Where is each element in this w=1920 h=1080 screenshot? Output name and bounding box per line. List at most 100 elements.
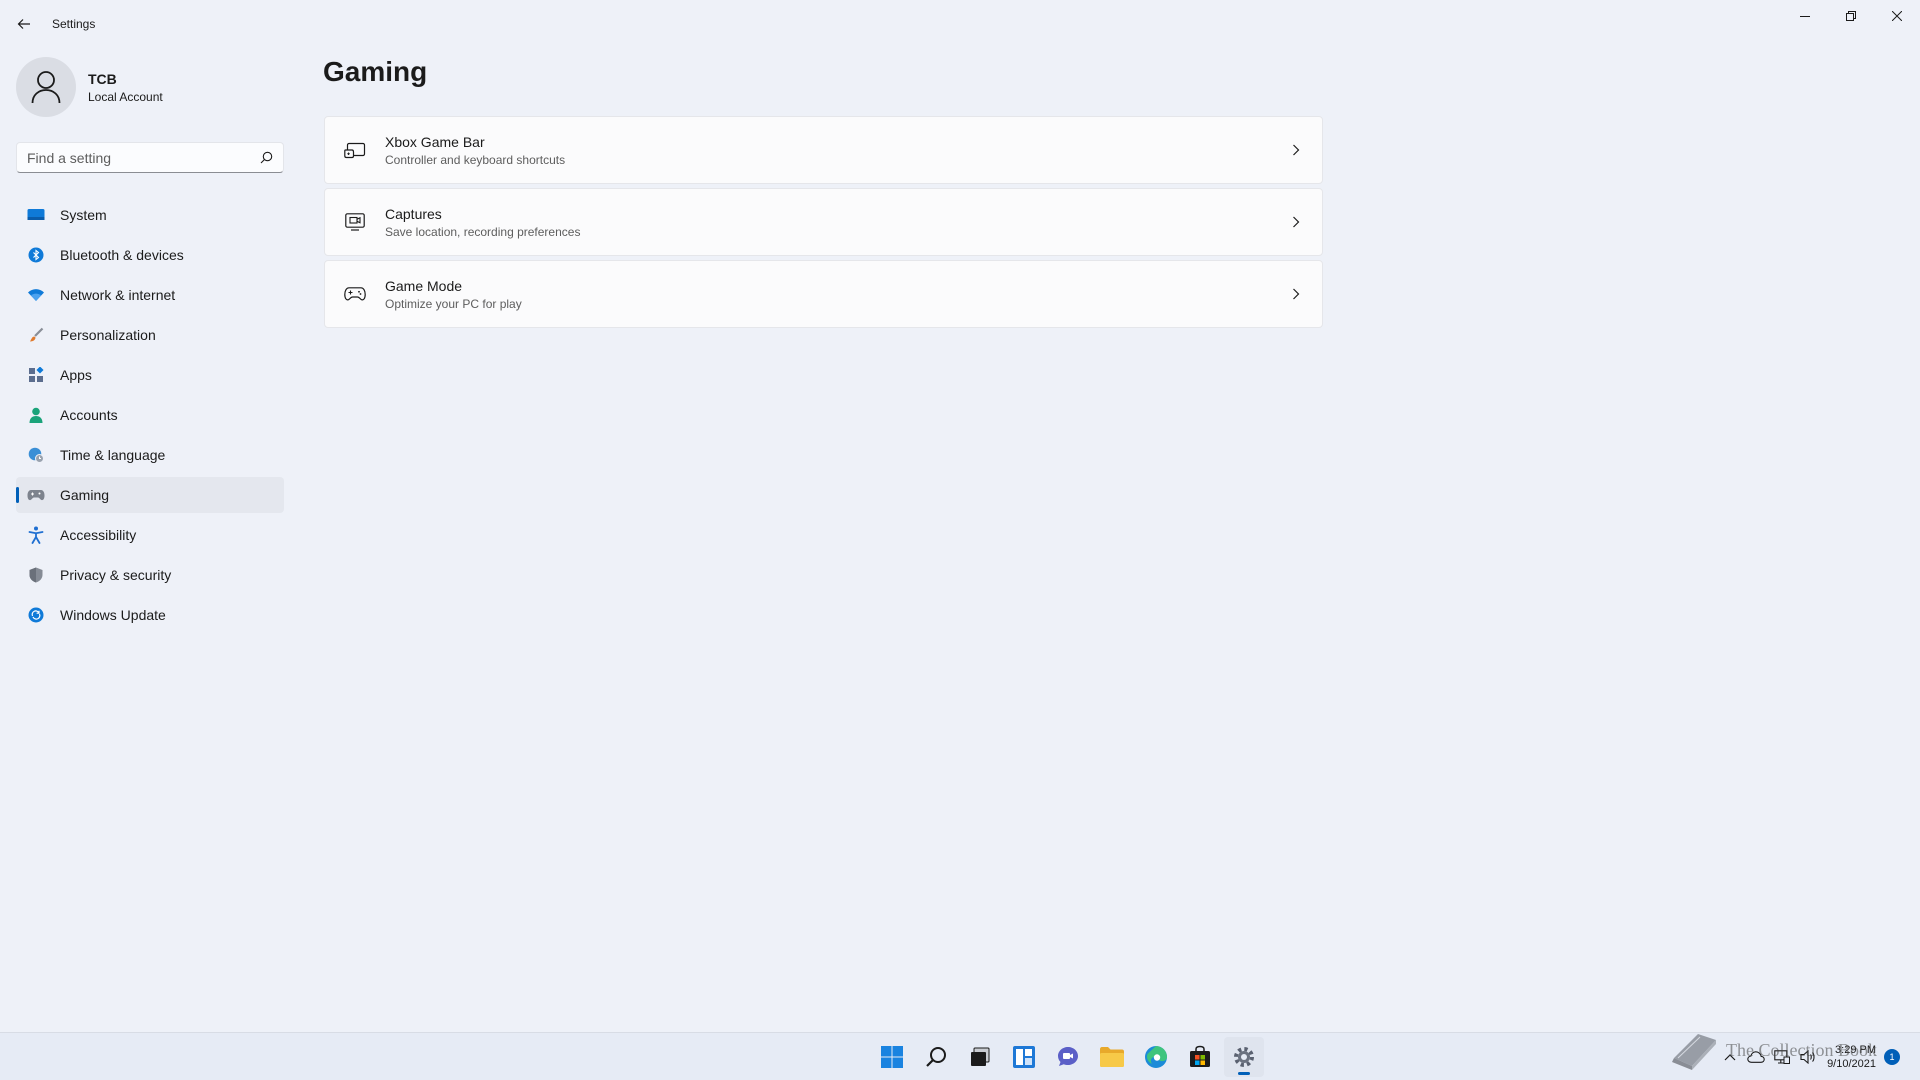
user-profile[interactable]: TCB Local Account bbox=[16, 57, 163, 117]
sidebar-item-bluetooth[interactable]: Bluetooth & devices bbox=[16, 237, 284, 273]
profile-account-type: Local Account bbox=[88, 89, 163, 104]
search-icon[interactable] bbox=[260, 151, 273, 164]
volume-button[interactable] bbox=[1797, 1046, 1819, 1068]
close-button[interactable] bbox=[1874, 0, 1920, 32]
game-bar-icon bbox=[343, 141, 367, 159]
person-icon bbox=[31, 71, 61, 104]
card-title: Game Mode bbox=[385, 277, 463, 294]
minimize-button[interactable] bbox=[1782, 0, 1828, 32]
sidebar-item-system[interactable]: System bbox=[16, 197, 284, 233]
start-button[interactable] bbox=[872, 1037, 912, 1077]
store-button[interactable] bbox=[1180, 1037, 1220, 1077]
settings-icon bbox=[1234, 1047, 1254, 1067]
sidebar-item-apps[interactable]: Apps bbox=[16, 357, 284, 393]
chevron-right-icon bbox=[1286, 144, 1306, 156]
task-view-button[interactable] bbox=[960, 1037, 1000, 1077]
sidebar-item-windows-update[interactable]: Windows Update bbox=[16, 597, 284, 633]
search-icon bbox=[926, 1047, 946, 1067]
card-captures[interactable]: Captures Save location, recording prefer… bbox=[324, 188, 1323, 256]
ethernet-monitor-icon bbox=[1774, 1050, 1791, 1064]
title-bar: Settings bbox=[0, 0, 1920, 48]
gamepad-icon bbox=[343, 287, 367, 301]
sidebar-item-personalization[interactable]: Personalization bbox=[16, 317, 284, 353]
store-icon bbox=[1190, 1045, 1210, 1067]
globe-clock-icon bbox=[26, 445, 46, 465]
sidebar-item-gaming[interactable]: Gaming bbox=[16, 477, 284, 513]
clock[interactable]: 3:29 PM 9/10/2021 bbox=[1827, 1043, 1876, 1071]
cloud-icon bbox=[1747, 1051, 1765, 1063]
sidebar-item-privacy-security[interactable]: Privacy & security bbox=[16, 557, 284, 593]
apps-icon bbox=[26, 365, 46, 385]
system-icon bbox=[26, 205, 46, 225]
sidebar-item-label: Network & internet bbox=[60, 287, 176, 303]
update-icon bbox=[26, 605, 46, 625]
sidebar-item-time-language[interactable]: Time & language bbox=[16, 437, 284, 473]
search-input[interactable] bbox=[27, 149, 260, 166]
settings-cards: Xbox Game Bar Controller and keyboard sh… bbox=[324, 116, 1323, 332]
sidebar-item-accounts[interactable]: Accounts bbox=[16, 397, 284, 433]
sidebar-nav: System Bluetooth & devices Network & int… bbox=[16, 197, 284, 637]
taskbar-search-button[interactable] bbox=[916, 1037, 956, 1077]
sidebar-item-label: Apps bbox=[60, 367, 92, 383]
chat-button[interactable] bbox=[1048, 1037, 1088, 1077]
window-controls bbox=[1782, 0, 1920, 32]
start-icon bbox=[881, 1046, 903, 1068]
settings-button[interactable] bbox=[1224, 1037, 1264, 1077]
edge-button[interactable] bbox=[1136, 1037, 1176, 1077]
chevron-right-icon bbox=[1286, 216, 1306, 228]
sidebar-item-label: Privacy & security bbox=[60, 567, 172, 583]
sidebar-item-label: Time & language bbox=[60, 447, 166, 463]
minimize-icon bbox=[1800, 16, 1810, 17]
chat-icon bbox=[1058, 1047, 1078, 1066]
show-hidden-icons-button[interactable] bbox=[1719, 1046, 1741, 1068]
taskbar-apps bbox=[870, 1033, 1266, 1080]
account-person-icon bbox=[26, 405, 46, 425]
restore-button[interactable] bbox=[1828, 0, 1874, 32]
taskbar: 3:29 PM 9/10/2021 1 bbox=[0, 1032, 1920, 1080]
chevron-up-icon bbox=[1724, 1054, 1736, 1061]
accessibility-icon bbox=[26, 525, 46, 545]
sidebar-item-accessibility[interactable]: Accessibility bbox=[16, 517, 284, 553]
profile-name: TCB bbox=[88, 70, 117, 87]
clock-date: 9/10/2021 bbox=[1827, 1058, 1876, 1070]
page-title: Gaming bbox=[323, 56, 428, 87]
card-game-mode[interactable]: Game Mode Optimize your PC for play bbox=[324, 260, 1323, 328]
card-subtitle: Save location, recording preferences bbox=[385, 224, 581, 239]
sidebar-item-network[interactable]: Network & internet bbox=[16, 277, 284, 313]
paintbrush-icon bbox=[26, 325, 46, 345]
chevron-right-icon bbox=[1286, 288, 1306, 300]
task-view-icon bbox=[971, 1047, 990, 1066]
sidebar-item-label: Windows Update bbox=[60, 607, 166, 623]
back-button[interactable] bbox=[6, 6, 42, 42]
controller-icon bbox=[26, 485, 46, 505]
network-button[interactable] bbox=[1771, 1046, 1793, 1068]
avatar bbox=[16, 57, 76, 117]
speaker-icon bbox=[1800, 1050, 1815, 1064]
widgets-button[interactable] bbox=[1004, 1037, 1044, 1077]
back-arrow-icon bbox=[17, 19, 30, 29]
app-title: Settings bbox=[52, 17, 96, 31]
wifi-icon bbox=[26, 285, 46, 305]
card-title: Xbox Game Bar bbox=[385, 133, 485, 150]
sidebar-item-label: System bbox=[60, 207, 107, 223]
onedrive-button[interactable] bbox=[1745, 1046, 1767, 1068]
sidebar-item-label: Personalization bbox=[60, 327, 156, 343]
card-subtitle: Controller and keyboard shortcuts bbox=[385, 152, 566, 167]
sidebar-item-label: Bluetooth & devices bbox=[60, 247, 184, 263]
sidebar-item-label: Accessibility bbox=[60, 527, 137, 543]
file-explorer-button[interactable] bbox=[1092, 1037, 1132, 1077]
clock-time: 3:29 PM bbox=[1835, 1044, 1876, 1056]
shield-icon bbox=[26, 565, 46, 585]
notification-badge[interactable]: 1 bbox=[1884, 1049, 1900, 1065]
restore-icon bbox=[1846, 11, 1856, 21]
edge-icon bbox=[1145, 1046, 1167, 1068]
file-explorer-icon bbox=[1100, 1047, 1124, 1067]
search-box[interactable] bbox=[16, 142, 284, 173]
system-tray: 3:29 PM 9/10/2021 1 bbox=[1717, 1033, 1900, 1080]
bluetooth-icon bbox=[26, 245, 46, 265]
card-title: Captures bbox=[385, 205, 442, 222]
capture-icon bbox=[343, 213, 367, 231]
sidebar-item-label: Gaming bbox=[60, 487, 110, 503]
card-xbox-game-bar[interactable]: Xbox Game Bar Controller and keyboard sh… bbox=[324, 116, 1323, 184]
widgets-icon bbox=[1013, 1046, 1035, 1068]
